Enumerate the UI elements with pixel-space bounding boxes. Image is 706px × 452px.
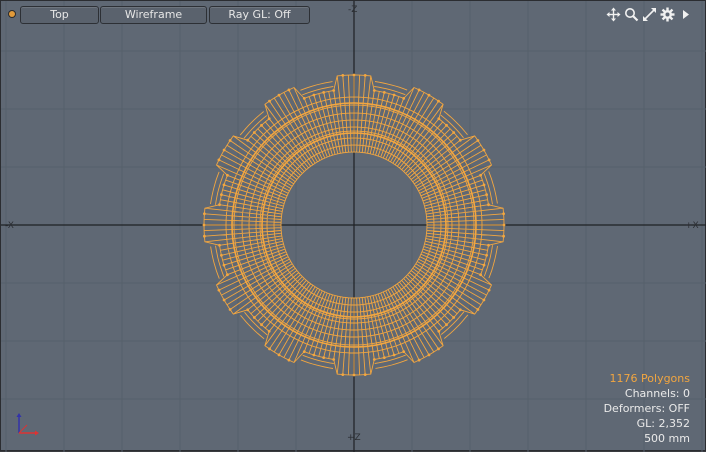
scene-stats: 1176 Polygons Channels: 0 Deformers: OFF… bbox=[604, 371, 690, 446]
viewport-options-dot-button[interactable] bbox=[6, 8, 18, 20]
deformers-status: Deformers: OFF bbox=[603, 402, 690, 415]
view-mode-button[interactable]: Top bbox=[20, 6, 99, 24]
shading-mode-button[interactable]: Wireframe bbox=[100, 6, 207, 24]
settings-icon[interactable] bbox=[660, 7, 675, 22]
dot-icon bbox=[9, 11, 15, 17]
grid-scale: 500 mm bbox=[644, 432, 690, 445]
raygl-toggle-button[interactable]: Ray GL: Off bbox=[209, 6, 310, 24]
gl-count: GL: 2,352 bbox=[636, 417, 690, 430]
zoom-icon[interactable] bbox=[624, 7, 639, 22]
axis-label-neg-x: -X bbox=[5, 221, 14, 231]
play-arrow-icon[interactable] bbox=[678, 7, 693, 22]
viewport-canvas[interactable] bbox=[1, 1, 706, 452]
world-axes bbox=[1, 1, 706, 452]
3d-viewport[interactable]: Top Wireframe Ray GL: Off -Z +Z -X +X 11… bbox=[0, 0, 706, 452]
maximize-icon[interactable] bbox=[642, 7, 657, 22]
channels-count: Channels: 0 bbox=[624, 387, 690, 400]
polygon-count: 1176 Polygons bbox=[609, 372, 690, 385]
axis-label-neg-z: -Z bbox=[348, 5, 358, 15]
axis-label-pos-z: +Z bbox=[347, 433, 361, 443]
viewport-nav-icons bbox=[606, 6, 693, 22]
axis-gizmo-icon bbox=[16, 413, 39, 436]
axis-label-pos-x: +X bbox=[685, 221, 699, 231]
move-view-icon[interactable] bbox=[606, 7, 621, 22]
